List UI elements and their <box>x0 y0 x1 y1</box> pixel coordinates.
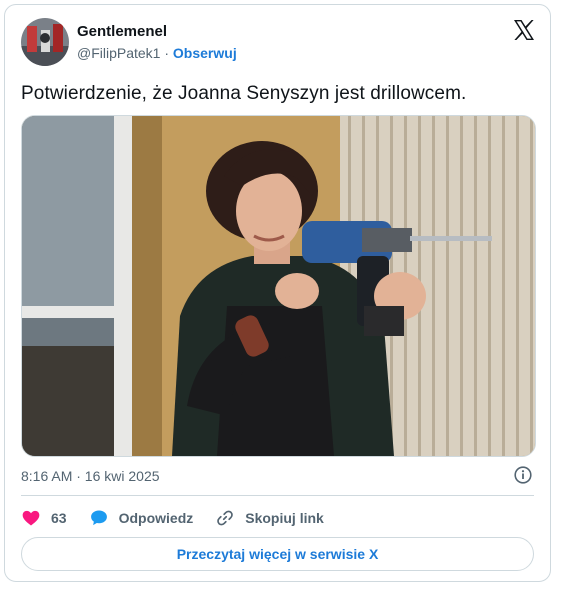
read-more-button[interactable]: Przeczytaj więcej w serwisie X <box>21 537 534 571</box>
info-icon[interactable] <box>514 466 532 484</box>
like-button[interactable]: 63 <box>21 508 67 528</box>
tweet-card: Gentlemenel @FilipPatek1 · Obserwuj Potw… <box>4 4 551 582</box>
tweet-photo[interactable] <box>21 115 536 457</box>
action-bar: 63 Odpowiedz Skopiuj link <box>21 506 346 530</box>
timestamp[interactable]: 8:16 AM · 16 kwi 2025 <box>21 468 160 484</box>
link-icon <box>217 510 234 526</box>
x-logo-icon[interactable] <box>512 18 536 42</box>
tweet-text: Potwierdzenie, że Joanna Senyszyn jest d… <box>21 83 467 104</box>
avatar[interactable] <box>21 18 69 66</box>
divider <box>21 495 534 496</box>
reply-label: Odpowiedz <box>118 510 194 526</box>
like-count: 63 <box>51 510 67 526</box>
handle-row: @FilipPatek1 · Obserwuj <box>77 45 237 61</box>
separator: · <box>164 45 170 61</box>
speech-bubble-icon <box>90 510 107 526</box>
author-handle[interactable]: @FilipPatek1 <box>77 45 160 61</box>
reply-button[interactable]: Odpowiedz <box>89 508 194 528</box>
copy-link-label: Skopiuj link <box>245 510 324 526</box>
follow-button[interactable]: Obserwuj <box>173 45 237 61</box>
author-name[interactable]: Gentlemenel <box>77 23 167 40</box>
heart-icon <box>22 510 40 526</box>
copy-link-button[interactable]: Skopiuj link <box>215 508 324 528</box>
